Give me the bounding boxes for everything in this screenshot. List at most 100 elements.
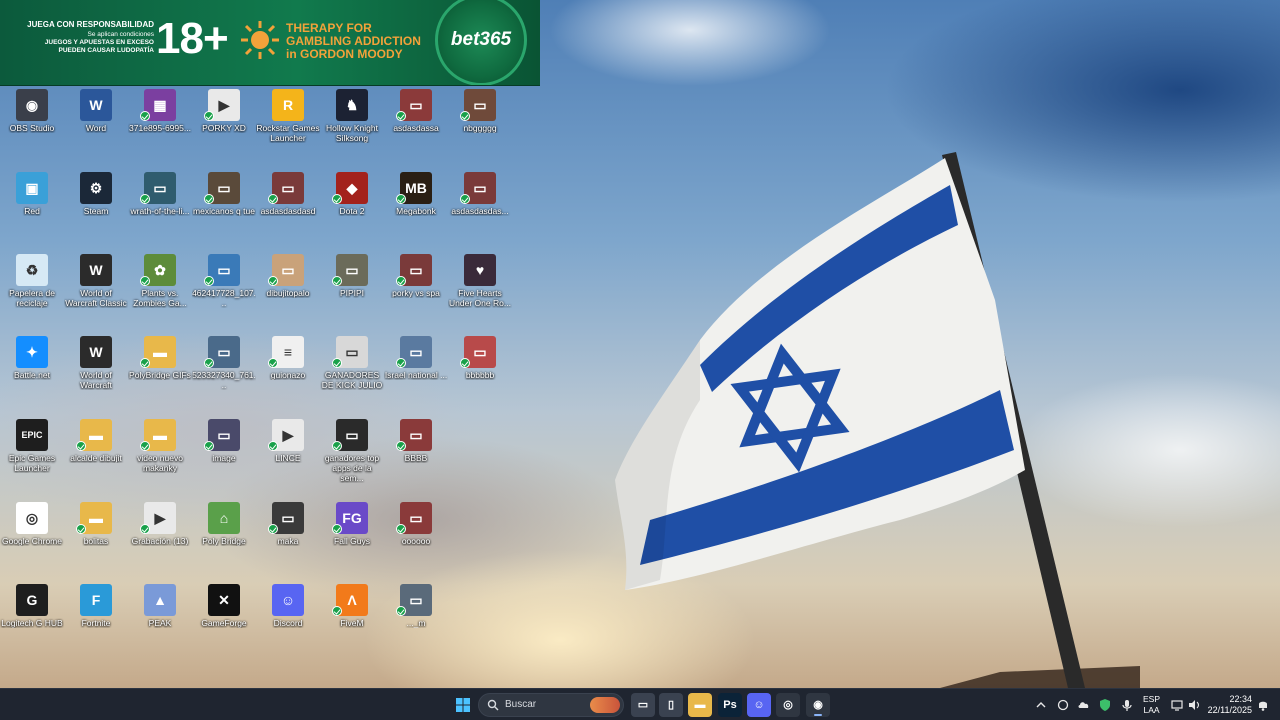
age-limit-label: 18+ [156,14,229,63]
desktop-icon-wrath-of-the-lich[interactable]: ▭ wrath-of-the-li... [128,172,192,252]
discord-icon-glyph: ☺ [280,592,296,608]
sync-check-icon [396,441,406,451]
file-explorer-icon[interactable]: ▬ [688,693,712,717]
desktop-icon-nbggggg[interactable]: ▭ nbggggg [448,89,512,169]
microphone-icon[interactable] [1120,698,1134,712]
desktop-icon-battle-net[interactable]: ✦ Battle.net [0,336,64,416]
desktop-icon-image[interactable]: ▭ image [192,419,256,499]
desktop-icon-file-462417[interactable]: ▭ 462417728_107... [192,254,256,334]
desktop-icon-bbbbbb[interactable]: ▭ bbbbbb [448,336,512,416]
desktop-icon-rockstar-games-launcher[interactable]: R Rockstar Games Launcher [256,89,320,169]
desktop-icon-hollow-knight-silksong[interactable]: ♞ Hollow Knight Silksong [320,89,384,169]
desktop-icon-label: Battle.net [14,370,50,380]
desktop-icon-bbbb[interactable]: ▭ BBBB [384,419,448,499]
file-icon[interactable]: ▯ [659,693,683,717]
desktop-icon-label: PEAK [148,618,172,628]
desktop-icon-papelera[interactable]: ♻ Papelera de reciclaje [0,254,64,334]
desktop-icon-asdasdasdas[interactable]: ▭ asdasdasdas... [448,172,512,252]
banner-line-3: JUEGOS Y APUESTAS EN EXCESO [44,39,154,46]
peak-icon-glyph: ▲ [153,592,167,608]
desktop-icon-grabacion[interactable]: ▶ Grabación (13) [128,502,192,582]
clock[interactable]: 22:34 22/11/2025 [1208,694,1252,716]
sync-check-icon [204,194,214,204]
chevron-up-icon[interactable] [1034,698,1048,712]
chrome-taskbar-icon-glyph: ◎ [783,699,793,711]
desktop-icon-ganadores-kick[interactable]: ▭ GANADORES DE KICK JULIO [320,336,384,416]
desktop-icon-red[interactable]: ▣ Red [0,172,64,252]
desktop-icon-guionazo[interactable]: ≡ guionazo [256,336,320,416]
desktop-icon-oooooo[interactable]: ▭ oooooo [384,502,448,582]
sync-check-icon [332,441,342,451]
onedrive-cloud-icon[interactable] [1077,698,1091,712]
desktop-icon-label: nbggggg [463,123,497,133]
desktop-icon-pipipi[interactable]: ▭ PIPIPI [320,254,384,334]
recycle-bin-icon: ♻ [16,254,48,286]
desktop-icon-maka[interactable]: ▭ maka [256,502,320,582]
desktop-icon-logitech-g-hub[interactable]: G Logitech G HUB [0,584,64,664]
desktop-icon-dibujitopalo[interactable]: ▭ dibujitopalo [256,254,320,334]
desktop-icon-wow[interactable]: W World of Warcraft [64,336,128,416]
desktop-icon-ganadores-top[interactable]: ▭ ganadores top apps de la sem... [320,419,384,499]
task-view-icon[interactable]: ▭ [631,693,655,717]
desktop-icon-bolitas[interactable]: ▬ bolitas [64,502,128,582]
desktop-icon-google-chrome[interactable]: ◎ Google Chrome [0,502,64,582]
desktop-icon-fortnite[interactable]: F Fortnite [64,584,128,664]
desktop-icon-video-nuevo[interactable]: ▬ video nuevo makanky [128,419,192,499]
language-line-1: ESP [1143,694,1161,704]
desktop-icon-asdasdasdasd[interactable]: ▭ asdasdasdasd [256,172,320,252]
desktop-icon-mexicanos-q-tue[interactable]: ▭ mexicanos q tue [192,172,256,252]
obs-taskbar-icon[interactable]: ◉ [806,693,830,717]
desktop-icon-five-hearts[interactable]: ♥ Five Hearts Under One Ro... [448,254,512,334]
logitech-icon-glyph: G [26,592,38,608]
desktop-icon-obs-studio[interactable]: ◉ OBS Studio [0,89,64,169]
search-icon [487,699,499,711]
desktop-icon-fall-guys[interactable]: FG Fall Guys [320,502,384,582]
desktop-icon-fiveml[interactable]: Λ FiveM [320,584,384,664]
desktop-icon-poly-bridge[interactable]: ⌂ Poly Bridge [192,502,256,582]
desktop-icon-label: 523327340_761... [192,370,256,390]
desktop-icon-label: guionazo [270,370,306,380]
desktop-icon-peak[interactable]: ▲ PEAK [128,584,192,664]
desktop-icon-dota-2[interactable]: ◆ Dota 2 [320,172,384,252]
desktop-icon-porky-xd[interactable]: ▶ PORKY XD [192,89,256,169]
desktop-icon-label: ..._m [406,618,426,628]
sync-check-icon [204,441,214,451]
notification-bell-icon[interactable] [1256,698,1270,712]
desktop-icon-file-371e[interactable]: ▦ 371e895-6995... [128,89,192,169]
desktop-icon-polybridge-gifs[interactable]: ▬ PolyBridge GIFs [128,336,192,416]
desktop-icon-megabonk[interactable]: MB Megabonk [384,172,448,252]
desktop-icon-wow-classic[interactable]: W World of Warcraft Classic [64,254,128,334]
desktop-icon-label: Steam [83,206,109,216]
desktop-icon-discord[interactable]: ☺ Discord [256,584,320,664]
sync-check-icon [396,524,406,534]
desktop-icon-label: image [212,453,236,463]
sync-icon[interactable] [1056,698,1070,712]
desktop-icon-gameforge[interactable]: ✕ GameForge [192,584,256,664]
desktop-icon-alcalde-dibujit[interactable]: ▬ alcalde dibujit [64,419,128,499]
windows-start-icon[interactable] [451,693,475,717]
desktop-icon-steam[interactable]: ⚙ Steam [64,172,128,252]
chrome-taskbar-icon[interactable]: ◎ [776,693,800,717]
desktop-icon-plants-vs-zombies[interactable]: ✿ Plants vs. Zombies Ga... [128,254,192,334]
volume-icon[interactable] [1187,698,1201,712]
photoshop-icon[interactable]: Ps [718,693,742,717]
desktop-icon-file-m[interactable]: ▭ ..._m [384,584,448,664]
desktop-icon-asdasdassa[interactable]: ▭ asdasdassa [384,89,448,169]
taskbar-search[interactable]: Buscar [478,693,624,717]
discord-taskbar-icon[interactable]: ☺ [747,693,771,717]
desktop-icon-israel-national[interactable]: ▭ Israel national ... [384,336,448,416]
sync-check-icon [268,194,278,204]
language-indicator[interactable]: ESP LAA [1143,694,1160,716]
network-icon[interactable] [1170,698,1184,712]
desktop-icon-lince[interactable]: ▶ LINCE [256,419,320,499]
desktop-icon-epic-games[interactable]: EPIC Epic Games Launcher [0,419,64,499]
sync-check-icon [76,524,86,534]
desktop-icon-porky-vs-spa[interactable]: ▭ porky vs spa [384,254,448,334]
desktop-icon-label: BBBB [404,453,428,463]
battlenet-icon: ✦ [16,336,48,368]
desktop-icon-file-523327[interactable]: ▭ 523327340_761... [192,336,256,416]
desktop-icon-word[interactable]: W Word [64,89,128,169]
rockstar-icon: R [272,89,304,121]
security-icon[interactable] [1098,698,1112,712]
bet365-banner[interactable]: JUEGA CON RESPONSABILIDAD Se aplican con… [0,0,540,86]
